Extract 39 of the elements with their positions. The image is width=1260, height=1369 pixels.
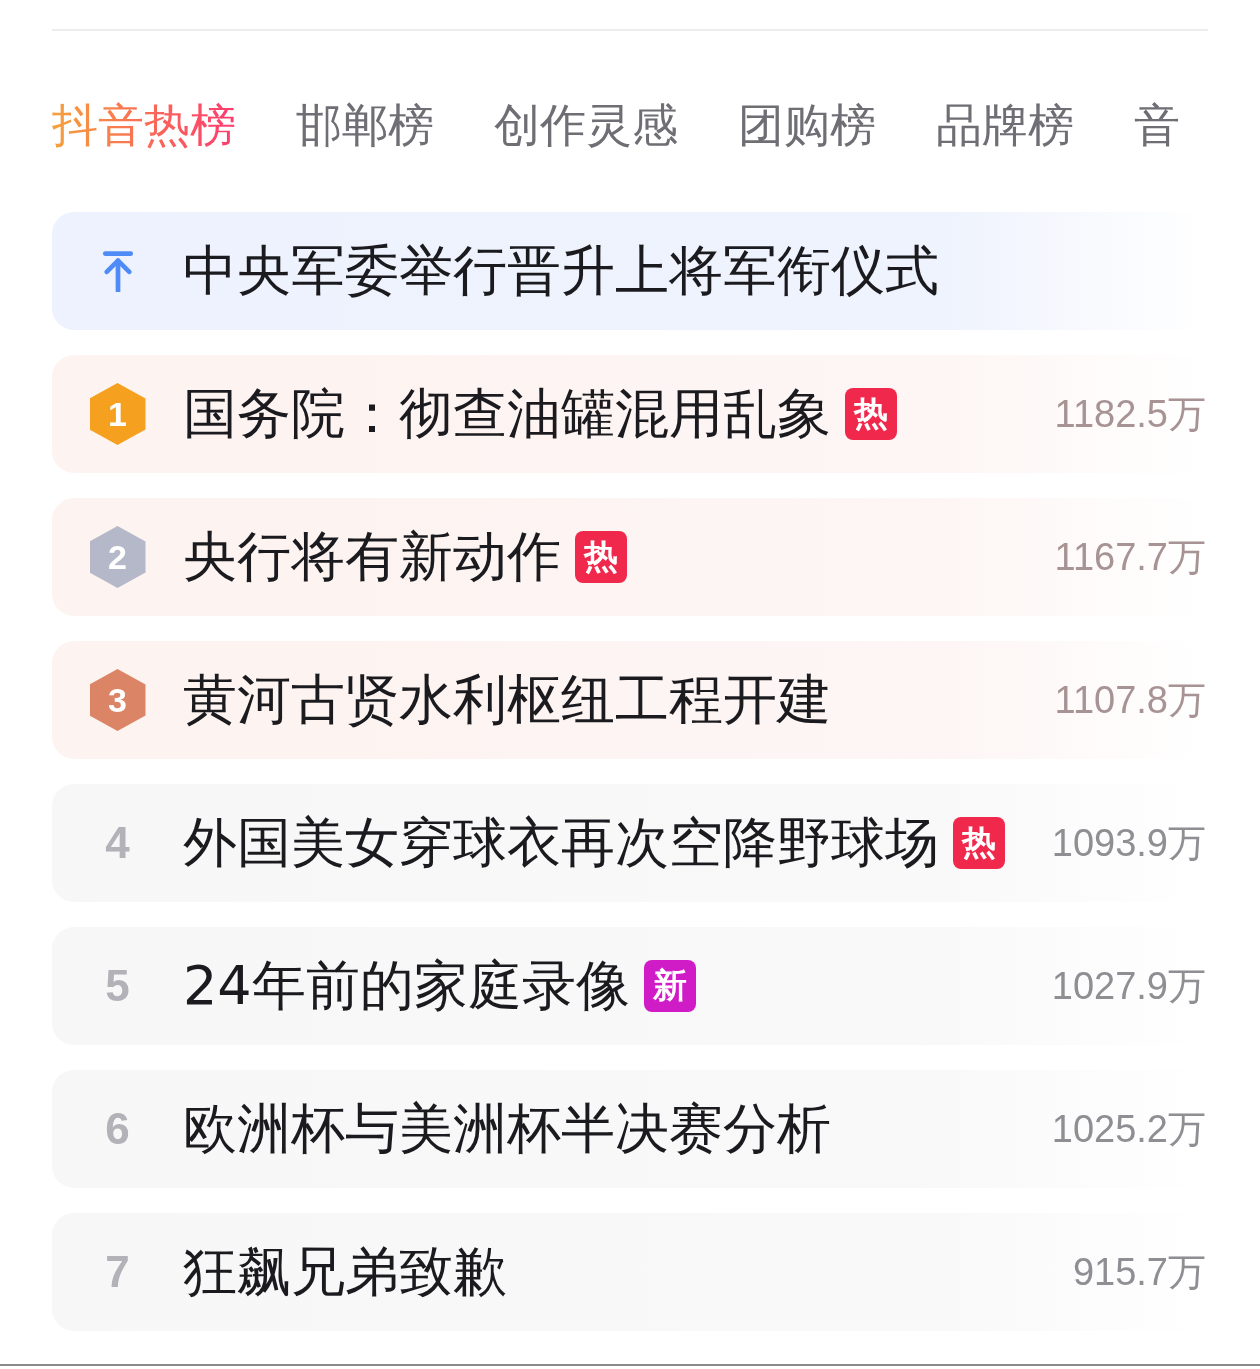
view-count: 1027.9万 — [1050, 963, 1206, 1009]
row-title: 黄河古贤水利枢纽工程开建 — [183, 666, 831, 733]
tab[interactable]: 音 — [1134, 100, 1180, 150]
trending-row[interactable]: 6 欧洲杯与美洲杯半决赛分析 1025.2万 — [52, 1070, 1208, 1188]
trending-row[interactable]: 5 24年前的家庭录像 新 1027.9万 — [52, 927, 1208, 1045]
trending-row[interactable]: 4 外国美女穿球衣再次空降野球场 热 1093.9万 — [52, 784, 1208, 902]
row-title: 央行将有新动作 — [183, 523, 561, 590]
tab[interactable]: 品牌榜 — [936, 100, 1074, 150]
row-title: 24年前的家庭录像 — [183, 952, 630, 1019]
view-count: 1107.8万 — [1053, 677, 1206, 723]
status-tag: 热 — [953, 817, 1005, 869]
row-title: 欧洲杯与美洲杯半决赛分析 — [183, 1095, 831, 1162]
row-title: 外国美女穿球衣再次空降野球场 — [183, 809, 939, 876]
view-count: 1025.2万 — [1050, 1106, 1206, 1152]
tab[interactable]: 团购榜 — [738, 100, 876, 150]
rank-badge: 1 — [89, 383, 146, 445]
rank-badge: 2 — [89, 526, 146, 588]
rank-number: 7 — [105, 1247, 130, 1297]
trending-row[interactable]: 1 国务院：彻查油罐混用乱象 热 1182.5万 — [52, 355, 1208, 473]
tab[interactable]: 创作灵感 — [494, 100, 678, 150]
view-count: 915.7万 — [1071, 1249, 1206, 1295]
row-title: 狂飙兄弟致歉 — [183, 1238, 507, 1305]
view-count: 1093.9万 — [1050, 820, 1206, 866]
rank-number: 4 — [105, 818, 130, 868]
rank-number: 6 — [105, 1104, 130, 1154]
view-count: 1167.7万 — [1053, 534, 1206, 580]
status-tag: 新 — [643, 960, 696, 1012]
row-title: 中央军委举行晋升上将军衔仪式 — [183, 237, 939, 304]
tab[interactable]: 邯郸榜 — [296, 100, 434, 150]
trending-row[interactable]: 3 黄河古贤水利枢纽工程开建 1107.8万 — [52, 641, 1208, 759]
rank-number: 5 — [105, 961, 130, 1011]
row-title: 国务院：彻查油罐混用乱象 — [183, 380, 831, 447]
rank-badge: 3 — [89, 669, 146, 731]
view-count: 1182.5万 — [1053, 391, 1206, 437]
status-tag: 热 — [845, 388, 897, 440]
trending-row[interactable]: 2 央行将有新动作 热 1167.7万 — [52, 498, 1208, 616]
trending-row[interactable]: 7 狂飙兄弟致歉 915.7万 — [52, 1213, 1208, 1331]
status-tag: 热 — [575, 531, 627, 583]
arrow-to-top-icon — [101, 250, 134, 292]
